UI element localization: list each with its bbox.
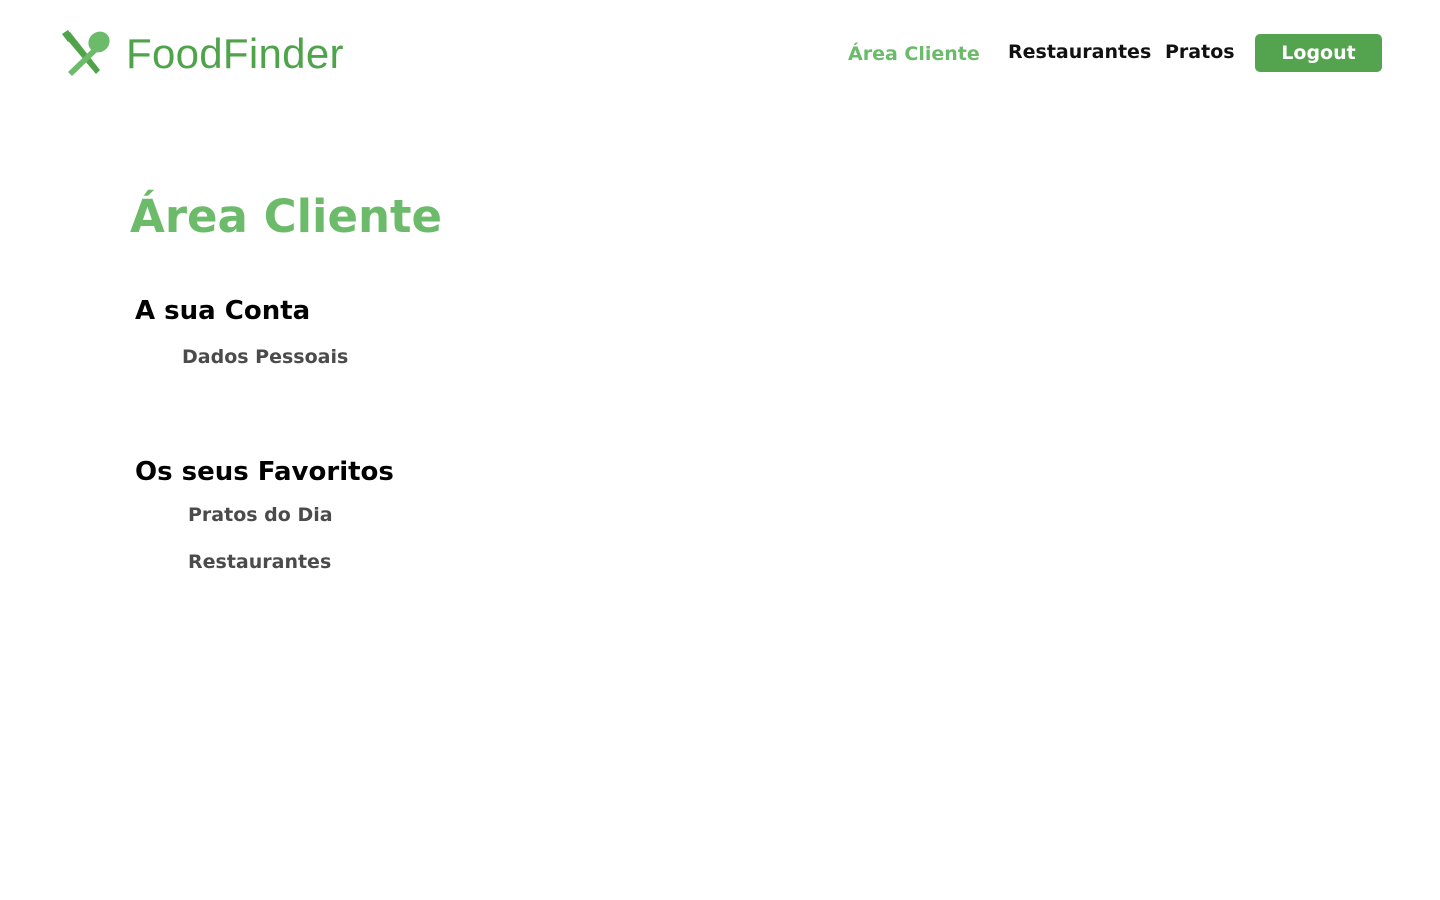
fork-spoon-icon: [60, 30, 112, 78]
link-pratos-do-dia[interactable]: Pratos do Dia: [188, 502, 333, 528]
link-restaurantes[interactable]: Restaurantes: [188, 549, 331, 575]
section-title-account: A sua Conta: [135, 296, 311, 326]
page-title: Área Cliente: [130, 190, 443, 243]
brand-logo-link[interactable]: FoodFinder: [60, 28, 344, 80]
section-title-favorites: Os seus Favoritos: [135, 457, 394, 487]
nav-pratos[interactable]: Pratos: [1165, 33, 1235, 71]
top-header: FoodFinder Área Cliente Restaurantes Pra…: [0, 0, 1440, 110]
nav-area-cliente[interactable]: Área Cliente: [848, 35, 980, 73]
link-dados-pessoais[interactable]: Dados Pessoais: [182, 344, 348, 370]
logout-button[interactable]: Logout: [1255, 34, 1382, 72]
brand-name: FoodFinder: [126, 30, 344, 77]
nav-restaurantes[interactable]: Restaurantes: [1008, 33, 1151, 71]
